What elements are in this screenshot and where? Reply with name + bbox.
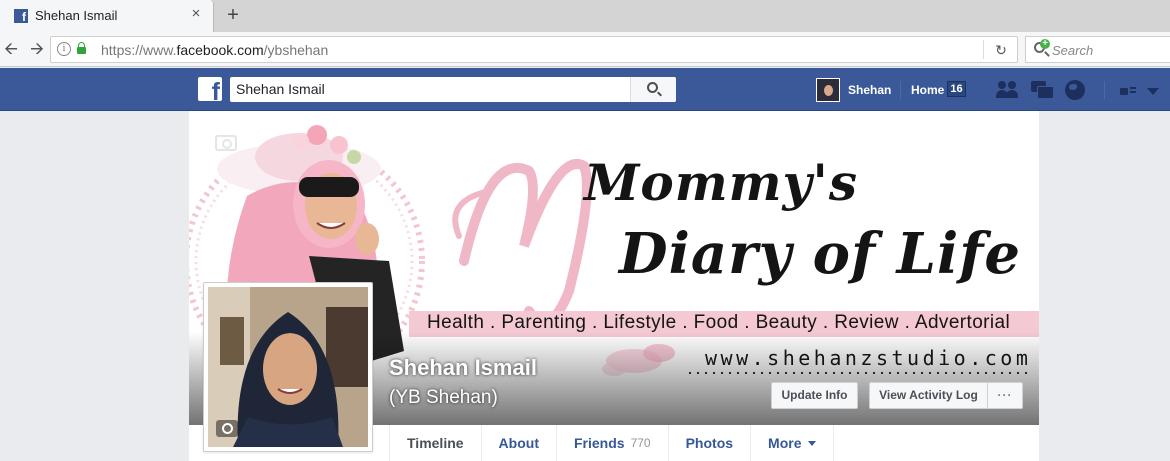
profile-link-name: Shehan	[848, 83, 892, 97]
search-icon	[647, 82, 658, 93]
profile-picture[interactable]	[203, 282, 373, 452]
update-info-button[interactable]: Update Info	[771, 382, 858, 409]
tab-friends[interactable]: Friends 770	[557, 425, 669, 461]
view-activity-log-button[interactable]: View Activity Log	[869, 382, 988, 409]
account-menu-caret-icon[interactable]	[1147, 88, 1159, 95]
cover-title-line1: Mommy's	[584, 153, 859, 212]
search-button[interactable]	[630, 77, 676, 102]
cover-title-line2: Diary of Life	[619, 221, 1021, 287]
camera-icon[interactable]	[216, 420, 238, 437]
cover-website: www.shehanzstudio.com	[705, 346, 1032, 370]
lock-icon[interactable]	[77, 42, 86, 54]
tab-about[interactable]: About	[482, 425, 557, 461]
home-link[interactable]: Home	[911, 83, 944, 97]
tab-more[interactable]: More	[751, 425, 834, 461]
header-divider	[900, 81, 901, 99]
search-value[interactable]: Shehan Ismail	[236, 81, 325, 97]
messages-icon[interactable]	[1030, 78, 1054, 102]
tab-timeline[interactable]: Timeline	[390, 425, 482, 461]
header-divider	[1104, 81, 1105, 99]
search-placeholder: Search	[1052, 43, 1094, 58]
profile-nickname: (YB Shehan)	[389, 387, 498, 408]
browser-search-input[interactable]: + Search	[1025, 36, 1170, 63]
browser-tab-strip: f Shehan Ismail × +	[0, 0, 1170, 32]
profile-tabs: Timeline About Friends 770 Photos More	[389, 425, 834, 461]
url-text[interactable]: https://www.facebook.com/ybshehan	[101, 42, 328, 58]
camera-icon[interactable]	[215, 135, 237, 151]
profile-container: Mommy's Diary of Life Health . Parenting…	[189, 111, 1039, 461]
add-search-engine-icon: +	[1040, 39, 1050, 49]
friend-requests-icon[interactable]	[996, 78, 1020, 102]
profile-link[interactable]: Shehan	[816, 77, 891, 103]
notifications-globe-icon[interactable]	[1063, 78, 1087, 102]
close-tab-icon[interactable]: ×	[188, 6, 204, 22]
browser-navigation-bar: 🡨 🡪 i https://www.facebook.com/ybshehan …	[0, 32, 1170, 67]
facebook-top-bar: f Shehan Ismail Shehan Home 16	[0, 68, 1170, 111]
cover-tagline: Health . Parenting . Lifestyle . Food . …	[427, 312, 1011, 333]
browser-tab[interactable]: f Shehan Ismail ×	[0, 0, 214, 32]
address-bar[interactable]: i https://www.facebook.com/ybshehan ↻	[50, 36, 1018, 63]
facebook-favicon-icon: f	[14, 9, 28, 24]
back-arrow-icon[interactable]: 🡨	[0, 37, 22, 61]
browser-tab-title: Shehan Ismail	[35, 8, 118, 23]
privacy-shortcuts-icon[interactable]	[1120, 83, 1136, 97]
reload-icon[interactable]: ↻	[991, 40, 1011, 60]
new-tab-button[interactable]: +	[222, 4, 244, 26]
friends-count: 770	[630, 436, 651, 450]
profile-name[interactable]: Shehan Ismail	[389, 355, 537, 381]
avatar	[816, 78, 840, 102]
more-options-button[interactable]: ···	[987, 382, 1023, 409]
forward-arrow-icon[interactable]: 🡪	[26, 37, 48, 61]
address-bar-divider	[983, 40, 984, 59]
chevron-down-icon	[807, 440, 816, 446]
info-icon[interactable]: i	[57, 42, 71, 56]
tab-photos[interactable]: Photos	[669, 425, 752, 461]
home-count-badge: 16	[947, 81, 966, 97]
facebook-logo-icon[interactable]: f	[198, 77, 222, 101]
facebook-search-input[interactable]: Shehan Ismail	[230, 77, 676, 102]
